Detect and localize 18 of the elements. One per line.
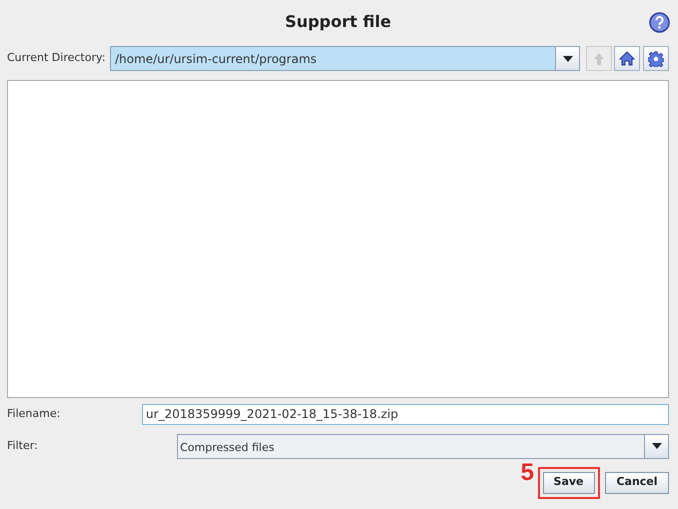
directory-label: Current Directory:: [7, 50, 106, 66]
caret-icon[interactable]: [555, 47, 579, 70]
home-button[interactable]: [614, 46, 640, 71]
filename-label: Filename:: [7, 406, 62, 422]
caret-icon[interactable]: [644, 434, 668, 458]
up-arrow-icon: [592, 52, 604, 66]
help-icon[interactable]: [649, 12, 670, 33]
directory-dropdown[interactable]: /home/ur/ursim-current/programs: [110, 46, 580, 71]
window-title: Support file: [284, 11, 392, 33]
home-icon: [619, 51, 636, 66]
save-button[interactable]: Save: [542, 472, 594, 494]
filename-field[interactable]: ur_2018359999_2021-02-18_15-38-18.zip: [142, 404, 669, 424]
filter-label: Filter:: [7, 438, 39, 454]
settings-button[interactable]: [643, 46, 669, 71]
settings-icon: [648, 50, 664, 66]
cancel-button[interactable]: Cancel: [605, 472, 669, 494]
filter-dropdown[interactable]: Compressed files: [177, 434, 669, 458]
step-number: 5: [520, 460, 534, 484]
